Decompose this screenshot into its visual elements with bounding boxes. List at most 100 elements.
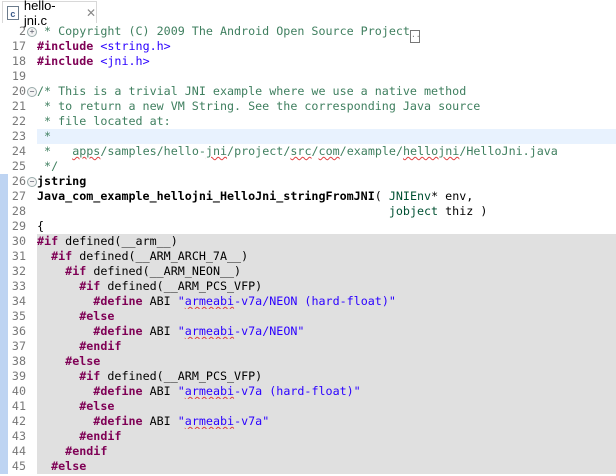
code-token: jobject <box>388 204 439 218</box>
line-number: 37 <box>11 339 26 353</box>
code-token: */ <box>37 159 59 173</box>
code-line[interactable]: 44 #endif <box>0 444 616 459</box>
code-token: " <box>177 324 185 338</box>
code-token: #endif <box>79 339 122 353</box>
line-number: 38 <box>11 354 26 368</box>
code-line[interactable]: 30 #if defined(__arm__) <box>0 234 616 249</box>
code-token: armeabi <box>184 384 235 398</box>
code-line[interactable]: 32 #if defined(__ARM_NEON__) <box>0 264 616 279</box>
code-line[interactable]: 25 */ <box>0 159 616 174</box>
code-line[interactable]: 42 #define ABI "armeabi-v7a" <box>0 414 616 429</box>
code-token: defined(__arm__) <box>58 234 178 248</box>
code-line[interactable]: 21 * to return a new VM String. See the … <box>0 99 616 114</box>
code-token: ABI <box>142 384 178 398</box>
code-token: armeabi <box>184 414 235 428</box>
code-token: #define <box>93 384 143 398</box>
code-line[interactable]: 40 #define ABI "armeabi-v7a (hard-float)… <box>0 384 616 399</box>
code-line[interactable]: 28 jobject thiz ) <box>0 204 616 219</box>
code-text: #define ABI "armeabi-v7a/NEON" <box>37 324 616 339</box>
code-line[interactable]: 41 #else <box>0 399 616 414</box>
code-line[interactable]: 37 #endif <box>0 339 616 354</box>
collapse-fold-icon[interactable]: − <box>27 177 37 187</box>
code-editor[interactable]: 2 + * Copyright (C) 2009 The Android Open… <box>0 24 616 476</box>
code-text: #else <box>37 354 616 369</box>
code-token: ABI <box>142 414 178 428</box>
line-number: 40 <box>11 384 26 398</box>
code-text: jobject thiz ) <box>37 204 616 219</box>
code-token: jni <box>205 144 228 158</box>
expand-fold-icon[interactable]: + <box>27 27 37 37</box>
code-line[interactable]: 35 #else <box>0 309 616 324</box>
line-number: 2 <box>18 24 26 38</box>
code-text: #else <box>37 309 616 324</box>
code-text: #define ABI "armeabi-v7a (hard-float)" <box>37 384 616 399</box>
code-line[interactable]: 43 #endif <box>0 429 616 444</box>
line-number: 34 <box>11 294 26 308</box>
code-line[interactable]: 27 Java_com_example_hellojni_HelloJni_str… <box>0 189 616 204</box>
code-line[interactable]: 34 #define ABI "armeabi-v7a/NEON (hard-f… <box>0 294 616 309</box>
code-line[interactable]: 23 * <box>0 129 616 144</box>
code-text: #include <jni.h> <box>37 54 616 69</box>
code-text: #if defined(__ARM_PCS_VFP) <box>37 279 616 294</box>
code-text: #else <box>37 459 616 474</box>
code-text: #if defined(__ARM_NEON__) <box>37 264 616 279</box>
line-number: 18 <box>11 54 26 68</box>
code-token: " <box>177 294 185 308</box>
line-number: 41 <box>11 399 26 413</box>
code-token: " <box>177 414 185 428</box>
code-token: ( <box>374 189 389 203</box>
close-icon[interactable]: ✕ <box>86 6 96 20</box>
code-token: <jni.h> <box>100 54 150 68</box>
line-number: 36 <box>11 324 26 338</box>
code-token: #endif <box>65 444 108 458</box>
line-number: 24 <box>11 144 26 158</box>
line-number: 27 <box>11 189 26 203</box>
code-token: defined(__ARM_ARCH_7A__) <box>72 249 249 263</box>
code-text: #else <box>37 399 616 414</box>
code-text: { <box>37 219 616 234</box>
code-token: { <box>37 219 45 233</box>
code-line[interactable]: 31 #if defined(__ARM_ARCH_7A__) <box>0 249 616 264</box>
code-line[interactable]: 2 + * Copyright (C) 2009 The Android Open… <box>0 24 616 43</box>
code-line[interactable]: 26− jstring <box>0 174 616 189</box>
code-line[interactable]: 39 #if defined(__ARM_PCS_VFP) <box>0 369 616 384</box>
code-line[interactable]: 29 { <box>0 219 616 234</box>
code-line[interactable]: 19 <box>0 69 616 84</box>
code-token: * <box>37 144 73 158</box>
code-line[interactable]: 20−/* This is a trivial JNI example wher… <box>0 84 616 99</box>
code-line[interactable]: 17 #include <string.h> <box>0 39 616 54</box>
code-line[interactable]: 24 * apps/samples/hello-jni/project/src/… <box>0 144 616 159</box>
code-token: ABI <box>142 294 178 308</box>
tab-hello-jni-c[interactable]: c hello-jni.c ✕ <box>2 0 97 28</box>
code-text: */ <box>37 159 616 174</box>
line-number: 32 <box>11 264 26 278</box>
code-token: / <box>311 144 319 158</box>
code-token: #else <box>79 399 115 413</box>
collapse-fold-icon[interactable]: − <box>27 87 37 97</box>
code-line[interactable]: 45 #else <box>0 459 616 474</box>
line-number: 35 <box>11 309 26 323</box>
code-token: #endif <box>79 429 122 443</box>
code-token: /HelloJni.java <box>459 144 558 158</box>
code-line[interactable]: 38 #else <box>0 354 616 369</box>
code-text: #include <string.h> <box>37 39 616 54</box>
code-line[interactable]: 33 #if defined(__ARM_PCS_VFP) <box>0 279 616 294</box>
line-number: 25 <box>11 159 26 173</box>
code-line[interactable]: 22 * file located at: <box>0 114 616 129</box>
code-token: " <box>177 384 185 398</box>
code-line[interactable]: 18 #include <jni.h> <box>0 54 616 69</box>
code-line[interactable]: 36 #define ABI "armeabi-v7a/NEON" <box>0 324 616 339</box>
code-text: Java_com_example_hellojni_HelloJni_strin… <box>37 189 616 204</box>
code-token: * to return a new VM String. See the cor… <box>37 99 481 113</box>
